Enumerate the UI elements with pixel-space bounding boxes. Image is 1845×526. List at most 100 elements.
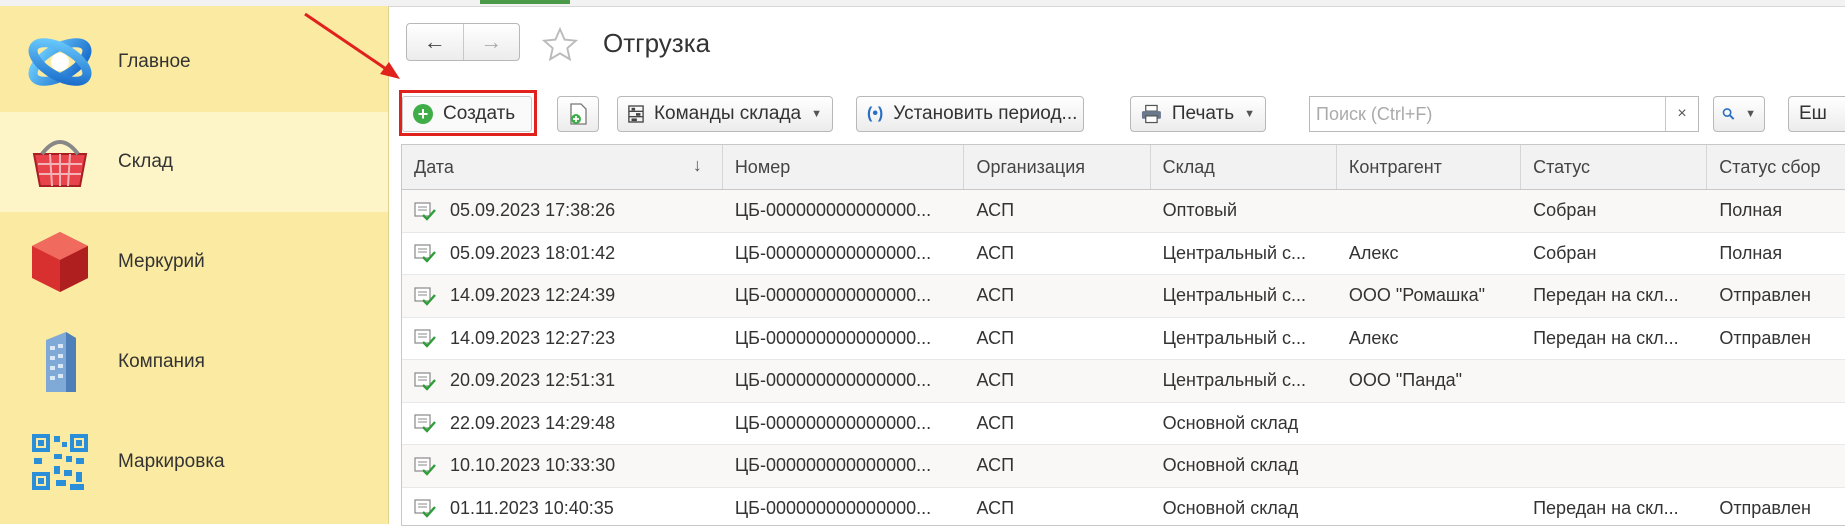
posted-document-icon [414, 201, 436, 221]
cell-date: 05.09.2023 17:38:26 [402, 190, 723, 232]
sidebar-item-marking[interactable]: Маркировка [0, 412, 388, 512]
cell-warehouse: Центральный с... [1151, 360, 1337, 402]
forward-button[interactable]: → [463, 24, 520, 60]
cell-date: 22.09.2023 14:29:48 [402, 403, 723, 445]
more-label: Еш [1799, 103, 1827, 125]
history-nav: ← → [406, 23, 520, 61]
cell-organization: АСП [964, 488, 1150, 526]
sidebar-item-main[interactable]: Главное [0, 12, 388, 112]
column-header-warehouse[interactable]: Склад [1151, 145, 1337, 189]
posted-document-icon [414, 456, 436, 476]
cell-warehouse: Центральный с... [1151, 318, 1337, 360]
column-header-number[interactable]: Номер [723, 145, 965, 189]
table-body: 05.09.2023 17:38:26ЦБ-000000000000000...… [402, 190, 1845, 526]
main-panel: ← → Отгрузка + Создать Команды склада ▼ [389, 6, 1845, 524]
cell-warehouse: Основной склад [1151, 403, 1337, 445]
cell-date-text: 14.09.2023 12:27:23 [450, 328, 615, 349]
cell-date-text: 10.10.2023 10:33:30 [450, 455, 615, 476]
cell-assembly-status: Полная [1707, 190, 1845, 232]
cell-warehouse: Оптовый [1151, 190, 1337, 232]
cell-assembly-status [1707, 445, 1845, 487]
cell-warehouse: Центральный с... [1151, 233, 1337, 275]
column-header-status[interactable]: Статус [1521, 145, 1707, 189]
posted-document-icon [414, 498, 436, 518]
set-period-button[interactable]: (•) Установить период... [856, 96, 1084, 132]
cell-date: 14.09.2023 12:27:23 [402, 318, 723, 360]
cell-assembly-status: Отправлен [1707, 488, 1845, 526]
cell-status: Передан на скл... [1521, 488, 1707, 526]
column-header-date[interactable]: Дата↓ [402, 145, 723, 189]
cell-assembly-status [1707, 360, 1845, 402]
cell-organization: АСП [964, 275, 1150, 317]
more-button[interactable]: Еш [1788, 96, 1845, 132]
cell-date-text: 20.09.2023 12:51:31 [450, 370, 615, 391]
table-row[interactable]: 05.09.2023 18:01:42ЦБ-000000000000000...… [402, 233, 1845, 276]
search-input[interactable] [1310, 98, 1665, 130]
cell-number: ЦБ-000000000000000... [723, 233, 965, 275]
cell-status [1521, 445, 1707, 487]
posted-document-icon [414, 413, 436, 433]
back-button[interactable]: ← [407, 24, 463, 60]
set-period-label: Установить период... [893, 103, 1077, 125]
posted-document-icon [414, 286, 436, 306]
sort-arrow-icon: ↓ [693, 155, 702, 176]
table-row[interactable]: 20.09.2023 12:51:31ЦБ-000000000000000...… [402, 360, 1845, 403]
print-button[interactable]: Печать ▼ [1130, 96, 1266, 132]
page-title: Отгрузка [603, 28, 710, 59]
clear-search-button[interactable]: × [1665, 97, 1698, 131]
sidebar-item-company[interactable]: Компания [0, 312, 388, 412]
search-field[interactable]: × [1309, 96, 1699, 132]
copy-button[interactable] [557, 96, 599, 132]
sidebar-item-mercury[interactable]: Меркурий [0, 212, 388, 312]
warehouse-rack-icon [628, 104, 644, 124]
building-icon [24, 326, 96, 398]
search-options-button[interactable]: ▼ [1713, 96, 1765, 132]
cell-warehouse: Основной склад [1151, 488, 1337, 526]
sidebar-item-label: Маркировка [118, 451, 225, 473]
sidebar-item-warehouse[interactable]: Склад [0, 112, 388, 212]
table-row[interactable]: 05.09.2023 17:38:26ЦБ-000000000000000...… [402, 190, 1845, 233]
shipments-table: Дата↓ Номер Организация Склад Контрагент… [401, 144, 1845, 526]
create-button[interactable]: + Создать [402, 96, 532, 132]
cell-date: 14.09.2023 12:24:39 [402, 275, 723, 317]
cell-organization: АСП [964, 190, 1150, 232]
table-row[interactable]: 22.09.2023 14:29:48ЦБ-000000000000000...… [402, 403, 1845, 446]
cell-counterparty: Алекс [1337, 318, 1521, 360]
cell-assembly-status [1707, 403, 1845, 445]
basket-icon [24, 126, 96, 198]
cell-warehouse: Центральный с... [1151, 275, 1337, 317]
cell-status: Собран [1521, 190, 1707, 232]
print-label: Печать [1172, 103, 1234, 125]
cell-assembly-status: Полная [1707, 233, 1845, 275]
cell-counterparty [1337, 488, 1521, 526]
magnifier-icon [1722, 105, 1735, 123]
cell-date-text: 14.09.2023 12:24:39 [450, 285, 615, 306]
favorite-star-icon[interactable] [541, 26, 579, 64]
cell-status: Собран [1521, 233, 1707, 275]
cell-counterparty [1337, 190, 1521, 232]
cell-status: Передан на скл... [1521, 318, 1707, 360]
cell-number: ЦБ-000000000000000... [723, 403, 965, 445]
posted-document-icon [414, 328, 436, 348]
cell-organization: АСП [964, 360, 1150, 402]
column-header-counterparty[interactable]: Контрагент [1337, 145, 1521, 189]
table-row[interactable]: 14.09.2023 12:27:23 ЦБ-000000000000000...… [402, 318, 1845, 361]
table-row[interactable]: 14.09.2023 12:24:39ЦБ-000000000000000...… [402, 275, 1845, 318]
cell-date: 10.10.2023 10:33:30 [402, 445, 723, 487]
warehouse-commands-button[interactable]: Команды склада ▼ [617, 96, 833, 132]
posted-document-icon [414, 243, 436, 263]
posted-document-icon [414, 371, 436, 391]
column-header-assembly-status[interactable]: Статус сбор [1707, 145, 1845, 189]
chevron-down-icon: ▼ [1244, 108, 1255, 120]
cell-status [1521, 403, 1707, 445]
cell-number: ЦБ-000000000000000... [723, 318, 965, 360]
warehouse-commands-label: Команды склада [654, 103, 801, 125]
cell-status: Передан на скл... [1521, 275, 1707, 317]
cell-warehouse: Основной склад [1151, 445, 1337, 487]
create-button-label: Создать [443, 103, 515, 125]
column-header-organization[interactable]: Организация [964, 145, 1150, 189]
table-row[interactable]: 01.11.2023 10:40:35ЦБ-000000000000000...… [402, 488, 1845, 526]
cell-counterparty: ООО "Ромашка" [1337, 275, 1521, 317]
active-tab-marker [480, 0, 570, 4]
table-row[interactable]: 10.10.2023 10:33:30ЦБ-000000000000000...… [402, 445, 1845, 488]
